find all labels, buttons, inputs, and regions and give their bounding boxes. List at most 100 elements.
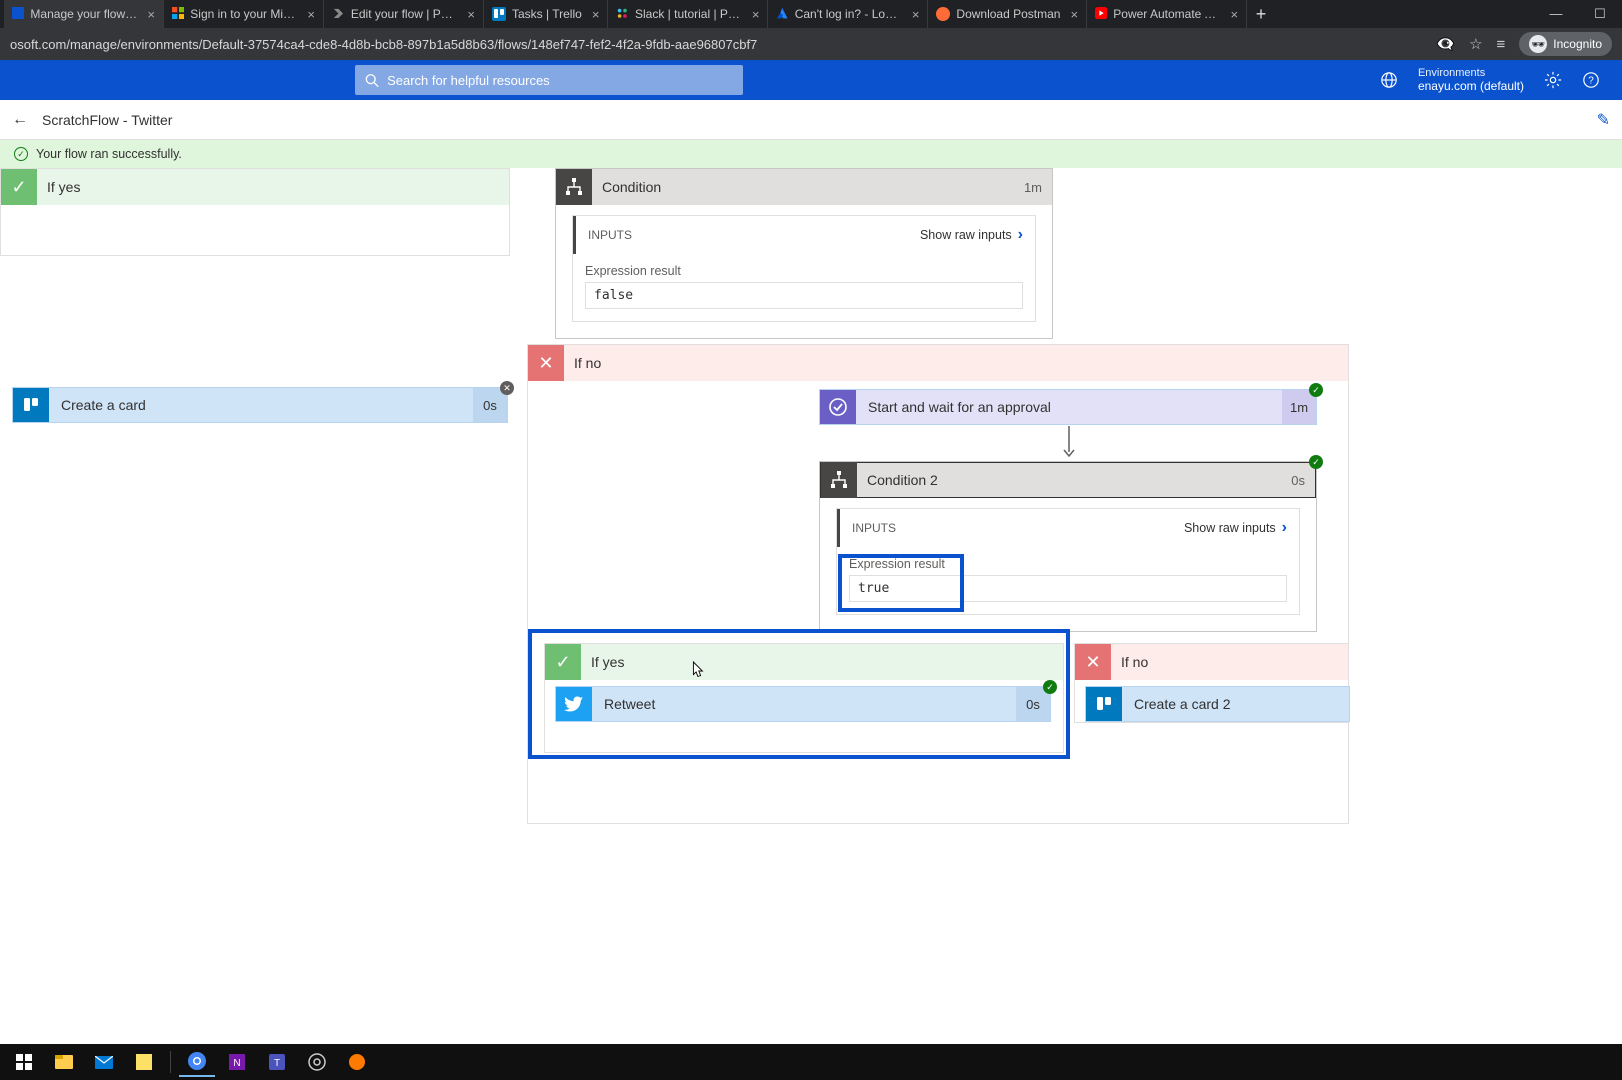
windows-taskbar: N T (0, 1044, 1622, 1080)
browser-tab[interactable]: Power Automate Appro × (1087, 0, 1247, 28)
expression-result-label: Expression result (585, 264, 1023, 278)
tab-title: Manage your flows | M (30, 7, 137, 21)
new-tab-button[interactable]: + (1247, 4, 1275, 25)
chevron-right-icon: › (1018, 226, 1023, 244)
minimize-button[interactable]: — (1534, 6, 1578, 22)
browser-tab[interactable]: Slack | tutorial | Power × (608, 0, 768, 28)
trello-icon (1086, 687, 1122, 721)
close-icon: ✕ (1075, 644, 1111, 680)
window-controls: — ☐ (1534, 6, 1622, 22)
browser-tab[interactable]: Sign in to your Microso × (164, 0, 324, 28)
tab-title: Sign in to your Microso (190, 7, 297, 21)
environment-icon[interactable] (1380, 71, 1398, 89)
card-title: Condition (602, 179, 661, 195)
incognito-badge[interactable]: 🕶Incognito (1519, 32, 1612, 56)
branch-header[interactable]: ✓ If yes (545, 644, 1063, 680)
if-yes-branch[interactable]: ✓ If yes (0, 168, 510, 256)
inputs-heading: INPUTS (852, 521, 896, 535)
search-input[interactable] (387, 73, 733, 88)
sticky-notes-icon[interactable] (126, 1047, 162, 1077)
browser-tab[interactable]: Can't log in? - Log in w × (768, 0, 928, 28)
svg-text:T: T (274, 1058, 280, 1069)
chrome-icon[interactable] (179, 1047, 215, 1077)
close-icon[interactable]: × (307, 7, 315, 22)
edit-icon[interactable]: ✎ (1597, 110, 1610, 130)
close-icon[interactable]: × (592, 7, 600, 22)
connector-arrow-icon (1061, 426, 1077, 460)
close-icon[interactable]: × (467, 7, 475, 22)
teams-icon[interactable]: T (259, 1047, 295, 1077)
create-card-2-action[interactable]: Create a card 2 (1085, 686, 1350, 722)
create-card-action[interactable]: Create a card 0s (12, 387, 508, 423)
bookmark-icon[interactable]: ☆ (1469, 35, 1482, 53)
mail-icon[interactable] (86, 1047, 122, 1077)
browser-tab[interactable]: Download Postman × (928, 0, 1087, 28)
expression-result-value: false (585, 282, 1023, 309)
flow-title: ScratchFlow - Twitter (42, 112, 172, 128)
extension-icon[interactable]: 👁‍🗨 (1436, 35, 1455, 53)
condition-icon (821, 462, 857, 498)
show-raw-inputs-link[interactable]: Show raw inputs › (920, 226, 1023, 244)
branch-header[interactable]: ✕ If no (528, 345, 1348, 381)
close-icon[interactable]: × (912, 7, 920, 22)
tab-title: Tasks | Trello (512, 7, 582, 21)
address-bar: osoft.com/manage/environments/Default-37… (0, 28, 1622, 60)
gear-icon[interactable] (1544, 71, 1562, 89)
checkmark-icon: ✓ (1, 169, 37, 205)
branch-title: If no (574, 355, 601, 371)
help-icon[interactable]: ? (1582, 71, 1600, 89)
svg-text:?: ? (1588, 76, 1594, 87)
close-icon[interactable]: × (1230, 7, 1238, 22)
browser-tab-strip: Manage your flows | M × Sign in to your … (0, 0, 1622, 28)
approval-icon (820, 390, 856, 424)
onenote-icon[interactable]: N (219, 1047, 255, 1077)
checkmark-icon: ✓ (14, 147, 28, 161)
start-button[interactable] (6, 1047, 42, 1077)
condition-card[interactable]: Condition 1m INPUTS Show raw inputs › Ex… (555, 168, 1053, 339)
tab-title: Download Postman (956, 7, 1060, 21)
action-title: Retweet (592, 687, 1016, 721)
retweet-action[interactable]: Retweet 0s (555, 686, 1051, 722)
close-icon[interactable]: × (752, 7, 760, 22)
browser-tab[interactable]: Edit your flow | Power × (324, 0, 484, 28)
condition-icon (556, 169, 592, 205)
global-search[interactable] (355, 65, 743, 95)
action-title: Start and wait for an approval (856, 390, 1282, 424)
favicon-slack-icon (616, 7, 629, 21)
duration-label: 0s (1281, 473, 1315, 488)
file-explorer-icon[interactable] (46, 1047, 82, 1077)
browser-tab[interactable]: Manage your flows | M × (4, 0, 164, 28)
tab-title: Slack | tutorial | Power (635, 7, 742, 21)
flow-canvas[interactable]: Condition 1m INPUTS Show raw inputs › Ex… (0, 168, 1622, 868)
expression-result-label: Expression result (849, 557, 1287, 571)
environment-picker[interactable]: Environments enayu.com (default) (1418, 67, 1524, 93)
branch-header[interactable]: ✕ If no (1075, 644, 1348, 680)
url-field[interactable]: osoft.com/manage/environments/Default-37… (10, 37, 1436, 52)
show-raw-inputs-link[interactable]: Show raw inputs › (1184, 519, 1287, 537)
reading-list-icon[interactable]: ≡ (1497, 36, 1506, 53)
browser-tab[interactable]: Tasks | Trello × (484, 0, 608, 28)
duration-label: 1m (1014, 180, 1052, 195)
close-icon[interactable]: × (147, 7, 155, 22)
close-icon[interactable]: × (1070, 7, 1078, 22)
maximize-button[interactable]: ☐ (1578, 6, 1622, 22)
favicon-ms-icon (172, 7, 184, 21)
approval-action[interactable]: Start and wait for an approval 1m (819, 389, 1317, 425)
condition-card[interactable]: Condition 2 0s INPUTS Show raw inputs › … (819, 461, 1317, 632)
checkmark-icon: ✓ (545, 644, 581, 680)
tab-title: Edit your flow | Power (351, 7, 458, 21)
success-badge-icon: ✓ (1309, 455, 1323, 469)
favicon-atlassian-icon (776, 7, 788, 21)
favicon-postman-icon (936, 7, 950, 21)
branch-header[interactable]: ✓ If yes (1, 169, 509, 205)
action-title: Create a card 2 (1122, 687, 1349, 721)
success-badge-icon: ✓ (1309, 383, 1323, 397)
back-button[interactable]: ← (12, 111, 28, 129)
branch-title: If yes (591, 654, 624, 670)
app-icon[interactable] (339, 1047, 375, 1077)
obs-icon[interactable] (299, 1047, 335, 1077)
favicon-trello-icon (492, 7, 506, 21)
close-icon: ✕ (528, 345, 564, 381)
search-icon (365, 73, 379, 88)
inputs-heading: INPUTS (588, 228, 632, 242)
